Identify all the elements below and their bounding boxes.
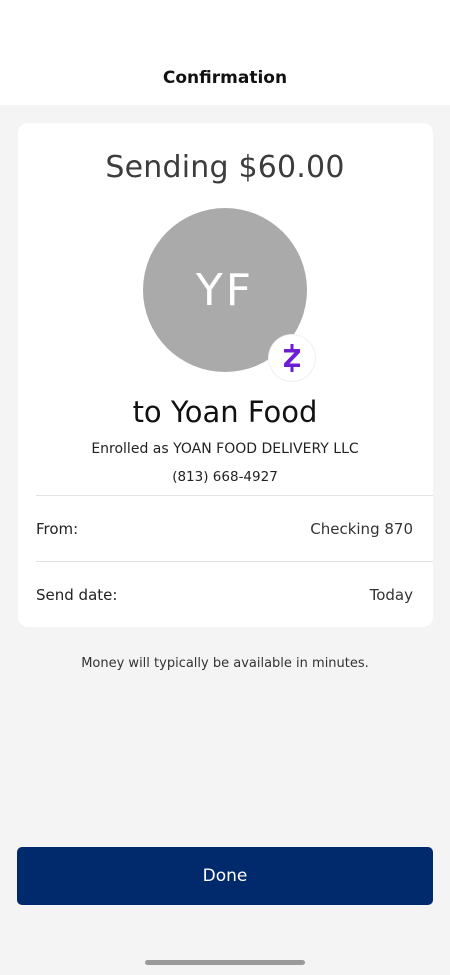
top-bar: Confirmation	[0, 0, 450, 105]
recipient-name: to Yoan Food	[132, 395, 318, 429]
done-button[interactable]: Done	[17, 847, 433, 905]
sending-amount: Sending $60.00	[105, 150, 345, 185]
availability-note: Money will typically be available in min…	[81, 656, 369, 671]
enrolled-name: Enrolled as YOAN FOOD DELIVERY LLC	[91, 441, 359, 457]
avatar-initials: YF	[195, 264, 255, 316]
recipient-phone: (813) 668-4927	[172, 469, 278, 485]
confirmation-card	[18, 123, 433, 627]
from-value: Checking 870	[310, 520, 413, 538]
zelle-icon	[284, 344, 300, 372]
from-label: From:	[36, 520, 79, 538]
zelle-badge	[269, 335, 315, 381]
divider	[36, 495, 433, 496]
send-date-label: Send date:	[36, 586, 118, 604]
divider	[36, 561, 433, 562]
page-title: Confirmation	[162, 68, 288, 88]
home-indicator	[145, 960, 305, 965]
send-date-value: Today	[369, 586, 413, 604]
